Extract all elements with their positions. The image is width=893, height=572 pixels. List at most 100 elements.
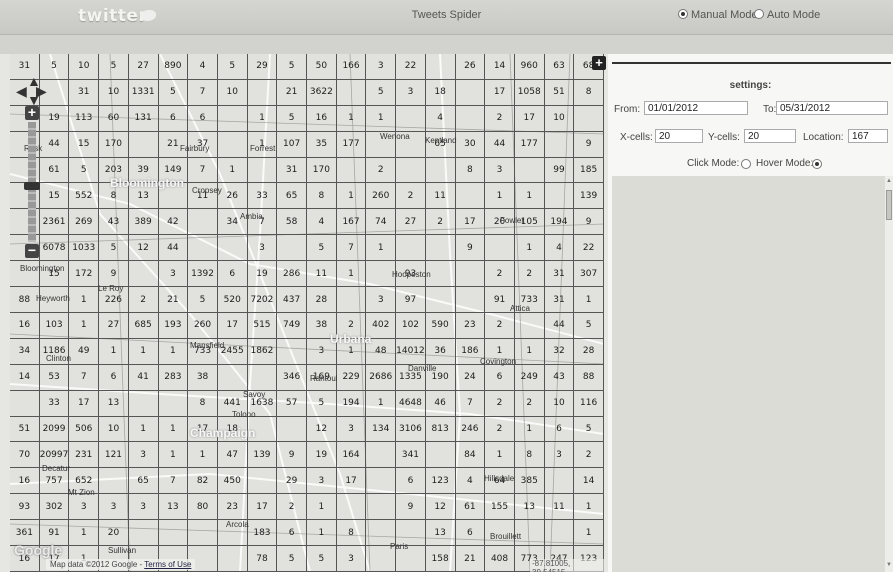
grid-cell[interactable]: 1 — [188, 442, 218, 469]
grid-cell[interactable] — [217, 131, 248, 158]
grid-cell[interactable]: 302 — [39, 494, 70, 521]
grid-cell[interactable]: 183 — [247, 520, 278, 547]
grid-cell[interactable]: 15 — [69, 131, 100, 158]
grid-cell[interactable]: 139 — [247, 442, 278, 469]
grid-cell[interactable]: 53 — [39, 364, 70, 391]
grid-cell[interactable]: 5 — [69, 157, 100, 184]
grid-cell[interactable]: 8 — [574, 79, 604, 106]
grid-cell[interactable]: 30 — [455, 131, 486, 158]
grid-cell[interactable]: 813 — [425, 416, 456, 443]
grid-cell[interactable] — [277, 338, 307, 365]
grid-cell[interactable]: 2 — [574, 442, 604, 469]
grid-cell[interactable] — [425, 157, 456, 184]
grid-cell[interactable]: 4 — [544, 235, 575, 262]
grid-cell[interactable] — [128, 520, 159, 547]
grid-cell[interactable]: 16 — [10, 312, 40, 339]
grid-cell[interactable]: 44 — [158, 235, 189, 262]
grid-cell[interactable]: 51 — [10, 416, 40, 443]
grid-cell[interactable]: 1 — [128, 338, 159, 365]
grid-cell[interactable]: 47 — [217, 442, 248, 469]
grid-cell[interactable]: 1 — [574, 520, 604, 547]
grid-cell[interactable]: 93 — [10, 494, 40, 521]
grid-cell[interactable]: 4 — [307, 209, 337, 236]
grid-cell[interactable]: 283 — [158, 364, 189, 391]
grid-cell[interactable]: 44 — [485, 131, 515, 158]
grid-cell[interactable]: 5 — [574, 416, 604, 443]
grid-cell[interactable]: 32 — [544, 338, 575, 365]
grid-cell[interactable]: 260 — [188, 312, 218, 339]
grid-cell[interactable]: 16 — [307, 105, 337, 132]
grid-cell[interactable]: 10 — [99, 416, 129, 443]
grid-cell[interactable]: 21 — [277, 79, 307, 106]
grid-cell[interactable]: 346 — [277, 364, 307, 391]
grid-cell[interactable]: 749 — [277, 312, 307, 339]
vertical-scrollbar[interactable]: ▲ ▼ — [885, 176, 893, 572]
grid-cell[interactable]: 1 — [485, 442, 515, 469]
grid-cell[interactable]: 27 — [99, 312, 129, 339]
grid-cell[interactable]: 35 — [307, 131, 337, 158]
grid-cell[interactable]: 10 — [217, 79, 248, 106]
grid-cell[interactable]: 269 — [69, 209, 100, 236]
grid-cell[interactable]: 1331 — [128, 79, 159, 106]
grid-cell[interactable]: 14 — [574, 468, 604, 495]
grid-cell[interactable]: 31 — [544, 287, 575, 313]
grid-cell[interactable]: 23 — [217, 494, 248, 521]
grid-cell[interactable]: 158 — [425, 546, 456, 572]
grid-cell[interactable]: 16 — [10, 468, 40, 495]
grid-cell[interactable] — [544, 468, 575, 495]
grid-cell[interactable] — [336, 157, 367, 184]
manual-mode-radio[interactable]: Manual Mode — [678, 9, 758, 21]
grid-cell[interactable] — [247, 157, 278, 184]
grid-cell[interactable]: 27 — [128, 54, 159, 80]
grid-cell[interactable]: 1862 — [247, 338, 278, 365]
grid-cell[interactable] — [217, 364, 248, 391]
grid-cell[interactable]: 84 — [455, 442, 486, 469]
grid-cell[interactable]: 65 — [277, 183, 307, 210]
grid-cell[interactable]: 1 — [336, 105, 367, 132]
grid-cell[interactable]: 229 — [336, 364, 367, 391]
grid-cell[interactable]: 172 — [69, 261, 100, 288]
grid-cell[interactable]: 8 — [307, 183, 337, 210]
grid-cell[interactable]: 17 — [69, 390, 100, 417]
grid-cell[interactable]: 341 — [396, 442, 426, 469]
grid-cell[interactable]: 29 — [247, 54, 278, 80]
grid-cell[interactable]: 51 — [544, 79, 575, 106]
grid-cell[interactable]: 4 — [455, 468, 486, 495]
grid-cell[interactable]: 177 — [514, 131, 545, 158]
grid-cell[interactable]: 2686 — [366, 364, 397, 391]
grid-cell[interactable]: 14 — [485, 54, 515, 80]
grid-cell[interactable]: 11 — [544, 494, 575, 521]
grid-cell[interactable]: 65 — [128, 468, 159, 495]
grid-cell[interactable]: 437 — [277, 287, 307, 313]
grid-cell[interactable] — [277, 235, 307, 262]
grid-cell[interactable]: 19 — [307, 442, 337, 469]
grid-cell[interactable]: 2 — [485, 312, 515, 339]
grid-cell[interactable] — [158, 390, 189, 417]
grid-cell[interactable]: 7 — [188, 79, 218, 106]
grid-cell[interactable] — [425, 287, 456, 313]
grid-cell[interactable]: 61 — [455, 494, 486, 521]
pan-down-icon[interactable]: ▼ — [27, 93, 41, 107]
grid-cell[interactable]: 2 — [366, 157, 397, 184]
grid-cell[interactable]: 74 — [366, 209, 397, 236]
grid-cell[interactable]: 185 — [574, 157, 604, 184]
grid-cell[interactable]: 78 — [247, 546, 278, 572]
grid-cell[interactable]: 5 — [307, 390, 337, 417]
grid-cell[interactable]: 167 — [336, 209, 367, 236]
grid-cell[interactable]: 13 — [514, 494, 545, 521]
grid-cell[interactable]: 385 — [514, 468, 545, 495]
grid-cell[interactable] — [366, 442, 397, 469]
grid-cell[interactable]: 44 — [544, 312, 575, 339]
grid-cell[interactable]: 5 — [307, 235, 337, 262]
grid-cell[interactable]: 6 — [485, 364, 515, 391]
grid-cell[interactable]: 11 — [425, 183, 456, 210]
grid-cell[interactable]: 34 — [10, 338, 40, 365]
grid-cell[interactable]: 8 — [336, 520, 367, 547]
grid-cell[interactable]: 1 — [69, 520, 100, 547]
to-date-input[interactable] — [776, 101, 888, 115]
grid-cell[interactable]: 6 — [277, 520, 307, 547]
grid-cell[interactable]: 10 — [99, 79, 129, 106]
grid-cell[interactable]: 1392 — [188, 261, 218, 288]
grid-cell[interactable]: 43 — [544, 364, 575, 391]
grid-cell[interactable]: 3 — [396, 79, 426, 106]
